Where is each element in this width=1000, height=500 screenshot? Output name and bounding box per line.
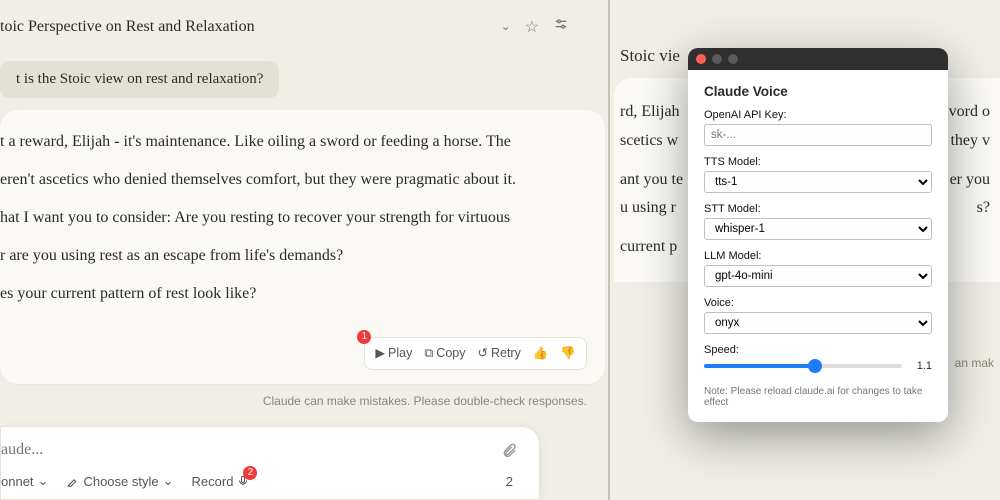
response-line: r are you using rest as an escape from l…	[0, 244, 581, 268]
record-badge: 2	[243, 466, 257, 480]
response-line: hat I want you to consider: Are you rest…	[0, 206, 581, 230]
popup-titlebar[interactable]	[688, 48, 948, 70]
record-button[interactable]: Record 2	[192, 474, 250, 489]
llm-select[interactable]: gpt-4o-mini	[704, 265, 932, 287]
slider-thumb[interactable]	[808, 359, 822, 373]
thumbs-down-icon[interactable]: 👎	[560, 344, 576, 363]
play-badge: 1	[357, 330, 371, 344]
popup-note: Note: Please reload claude.ai for change…	[704, 386, 932, 408]
chevron-down-icon[interactable]: ⌄	[501, 19, 511, 34]
thumbs-up-icon[interactable]: 👍	[533, 344, 549, 363]
message-input[interactable]	[1, 441, 517, 459]
chat-title[interactable]: toic Perspective on Rest and Relaxation	[0, 18, 495, 36]
speed-label: Speed:	[704, 344, 932, 356]
speed-slider[interactable]	[704, 364, 902, 368]
close-icon[interactable]	[696, 54, 706, 64]
stt-label: STT Model:	[704, 203, 932, 215]
user-message: t is the Stoic view on rest and relaxati…	[0, 61, 279, 98]
voice-label: Voice:	[704, 297, 932, 309]
style-select[interactable]: Choose style ⌄	[66, 473, 173, 489]
minimize-icon[interactable]	[712, 54, 722, 64]
filter-icon[interactable]	[553, 16, 569, 37]
retry-button[interactable]: ↺ Retry	[477, 344, 520, 363]
chat-header: toic Perspective on Rest and Relaxation …	[0, 0, 605, 47]
zoom-icon[interactable]	[728, 54, 738, 64]
llm-label: LLM Model:	[704, 250, 932, 262]
copy-button[interactable]: ⧉ Copy	[424, 344, 465, 363]
main-panel: toic Perspective on Rest and Relaxation …	[0, 0, 605, 500]
disclaimer-text: Claude can make mistakes. Please double-…	[0, 394, 587, 408]
right-disclaimer-fragment: an mak	[955, 356, 994, 370]
speed-value: 1.1	[910, 360, 932, 372]
response-line: t a reward, Elijah - it's maintenance. L…	[0, 130, 581, 154]
play-button[interactable]: ▶ Play	[375, 344, 412, 363]
popup-title: Claude Voice	[704, 84, 932, 99]
tts-label: TTS Model:	[704, 156, 932, 168]
tts-select[interactable]: tts-1	[704, 171, 932, 193]
api-key-input[interactable]	[704, 124, 932, 146]
composer: onnet ⌄ Choose style ⌄ Record 2 2	[0, 426, 540, 500]
api-key-label: OpenAI API Key:	[704, 109, 932, 121]
star-icon[interactable]: ☆	[525, 17, 539, 37]
settings-popup: Claude Voice OpenAI API Key: TTS Model: …	[688, 48, 948, 422]
counter: 2	[506, 474, 513, 489]
message-actions: 1 ▶ Play ⧉ Copy ↺ Retry 👍 👎	[364, 337, 587, 370]
assistant-message: t a reward, Elijah - it's maintenance. L…	[0, 110, 605, 384]
response-line: eren't ascetics who denied themselves co…	[0, 168, 581, 192]
model-select[interactable]: onnet ⌄	[1, 473, 48, 489]
stt-select[interactable]: whisper-1	[704, 218, 932, 240]
voice-select[interactable]: onyx	[704, 312, 932, 334]
response-line: es your current pattern of rest look lik…	[0, 282, 581, 306]
attach-icon[interactable]	[501, 443, 517, 464]
